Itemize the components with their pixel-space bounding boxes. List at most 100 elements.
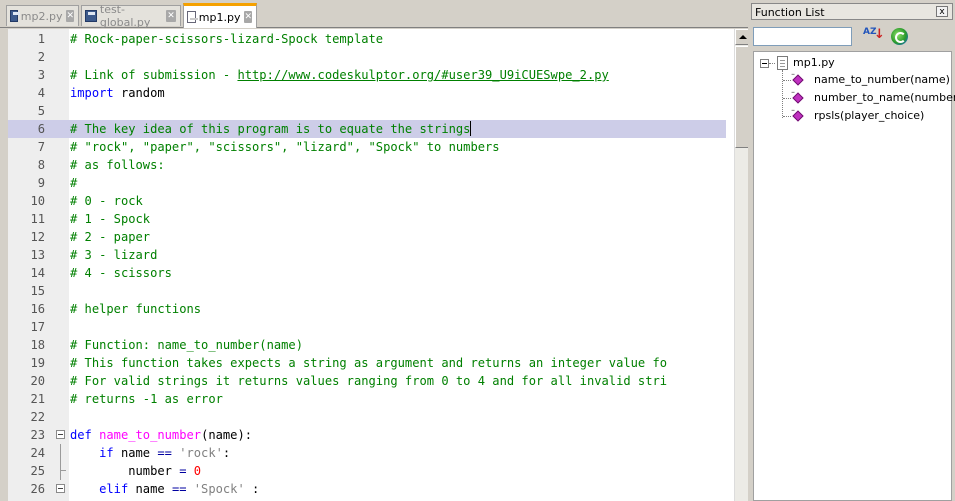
- code-line[interactable]: 16 # helper functions: [8, 300, 726, 318]
- code-line[interactable]: 10 # 0 - rock: [8, 192, 726, 210]
- tab-mp2[interactable]: mp2.py ✕: [6, 5, 79, 26]
- code-line[interactable]: 13 # 3 - lizard: [8, 246, 726, 264]
- tab-label: test-global.py: [99, 3, 151, 29]
- sort-alpha-icon[interactable]: AZ ↓: [863, 28, 885, 45]
- code-text: # returns -1 as error: [70, 390, 223, 408]
- line-number: 17: [30, 320, 45, 334]
- code-line[interactable]: 21 # returns -1 as error: [8, 390, 726, 408]
- scroll-up-button[interactable]: [735, 29, 748, 45]
- line-number: 11: [30, 212, 45, 226]
- code-line[interactable]: 14 # 4 - scissors: [8, 264, 726, 282]
- code-text: # "rock", "paper", "scissors", "lizard",…: [70, 138, 500, 156]
- code-token: name: [128, 482, 172, 496]
- fold-guide-end: [60, 470, 66, 471]
- code-text: # 2 - paper: [70, 228, 150, 246]
- fold-toggle-icon[interactable]: [56, 430, 65, 439]
- code-line[interactable]: 5: [8, 102, 726, 120]
- line-number: 19: [30, 356, 45, 370]
- line-number: 5: [37, 104, 45, 118]
- code-line[interactable]: 6 # The key idea of this program is to eq…: [8, 120, 726, 138]
- code-token: 'rock': [179, 446, 223, 460]
- code-token: (name):: [201, 428, 253, 442]
- collapse-icon[interactable]: [760, 59, 769, 68]
- vertical-scrollbar[interactable]: [734, 29, 748, 501]
- code-line[interactable]: 15: [8, 282, 726, 300]
- code-token: # The key idea of this program is to equ…: [70, 122, 471, 136]
- code-line[interactable]: 8 # as follows:: [8, 156, 726, 174]
- function-list-panel: Function List x AZ ↓ mp1.py name_to_numb…: [751, 3, 955, 501]
- code-token: # returns -1 as error: [70, 392, 223, 406]
- code-text: # The key idea of this program is to equ…: [70, 120, 472, 138]
- code-line[interactable]: 17: [8, 318, 726, 336]
- tree-function-item[interactable]: rpsls(player_choice): [754, 108, 949, 124]
- code-text: # Rock-paper-scissors-lizard-Spock templ…: [70, 30, 383, 48]
- code-token: :: [222, 446, 231, 460]
- code-text: if name == 'rock':: [70, 444, 230, 462]
- code-line[interactable]: 12 # 2 - paper: [8, 228, 726, 246]
- tree-function-item[interactable]: name_to_number(name): [754, 72, 950, 88]
- function-label: rpsls(player_choice): [814, 109, 925, 122]
- code-token: elif: [99, 482, 129, 496]
- code-text: # Link of submission - http://www.codesk…: [70, 66, 609, 84]
- code-line[interactable]: 24 if name == 'rock':: [8, 444, 726, 462]
- code-line[interactable]: 3 # Link of submission - http://www.codes…: [8, 66, 726, 84]
- fold-guide: [60, 444, 61, 462]
- code-line[interactable]: 18 # Function: name_to_number(name): [8, 336, 726, 354]
- code-line[interactable]: 4 import random: [8, 84, 726, 102]
- code-line[interactable]: 19 # This function takes expects a string…: [8, 354, 726, 372]
- tree-file-node[interactable]: mp1.py: [754, 55, 944, 71]
- line-number: 6: [37, 122, 45, 136]
- line-number: 15: [30, 284, 45, 298]
- line-number: 18: [30, 338, 45, 352]
- tab-test-global[interactable]: test-global.py ✕: [81, 3, 181, 29]
- code-token: if: [99, 446, 114, 460]
- line-number: 9: [37, 176, 45, 190]
- code-line[interactable]: 22: [8, 408, 726, 426]
- fold-toggle-icon[interactable]: [56, 484, 65, 493]
- code-line[interactable]: 20 # For valid strings it returns values …: [8, 372, 726, 390]
- tab-mp1[interactable]: mp1.py ✕: [183, 3, 257, 28]
- code-text: # as follows:: [70, 156, 165, 174]
- code-text: # 4 - scissors: [70, 264, 172, 282]
- code-line[interactable]: 7 # "rock", "paper", "scissors", "lizard"…: [8, 138, 726, 156]
- function-search-input[interactable]: [753, 27, 852, 46]
- code-text: elif name == 'Spock' :: [70, 480, 259, 498]
- fold-guide: [60, 462, 61, 480]
- code-token: # helper functions: [70, 302, 202, 316]
- code-line[interactable]: 26 elif name == 'Spock' :: [8, 480, 726, 498]
- code-token: :: [244, 482, 260, 496]
- close-icon[interactable]: x: [936, 6, 948, 17]
- code-token: ==: [157, 446, 172, 460]
- line-number: 24: [30, 446, 45, 460]
- code-token: number: [70, 464, 180, 478]
- code-editor[interactable]: 1 # Rock-paper-scissors-lizard-Spock temp…: [8, 29, 748, 501]
- tab-close-icon[interactable]: ✕: [166, 10, 176, 22]
- code-text: # Function: name_to_number(name): [70, 336, 303, 354]
- code-token: # Function: name_to_number(name): [70, 338, 303, 352]
- code-line[interactable]: 23 def name_to_number(name):: [8, 426, 726, 444]
- tree-function-item[interactable]: number_to_name(number): [754, 90, 955, 106]
- tab-bar: mp2.py ✕ test-global.py ✕ mp1.py ✕: [0, 0, 748, 29]
- function-label: number_to_name(number): [814, 91, 955, 104]
- code-line[interactable]: 2: [8, 48, 726, 66]
- tab-close-icon[interactable]: ✕: [66, 10, 74, 22]
- code-line[interactable]: 1 # Rock-paper-scissors-lizard-Spock temp…: [8, 30, 726, 48]
- code-token: import: [70, 86, 114, 100]
- line-number: 10: [30, 194, 45, 208]
- refresh-icon[interactable]: [891, 28, 908, 45]
- document-icon: [777, 56, 788, 70]
- line-number: 25: [30, 464, 45, 478]
- code-line[interactable]: 11 # 1 - Spock: [8, 210, 726, 228]
- scroll-thumb[interactable]: [735, 46, 748, 148]
- code-token: # 0 - rock: [70, 194, 143, 208]
- tab-close-icon[interactable]: ✕: [244, 11, 252, 23]
- code-text: def name_to_number(name):: [70, 426, 252, 444]
- code-text: # 0 - rock: [70, 192, 143, 210]
- code-text: # For valid strings it returns values ra…: [70, 372, 667, 390]
- code-line[interactable]: 9 #: [8, 174, 726, 192]
- line-number: 3: [37, 68, 45, 82]
- code-line[interactable]: 25 number = 0: [8, 462, 726, 480]
